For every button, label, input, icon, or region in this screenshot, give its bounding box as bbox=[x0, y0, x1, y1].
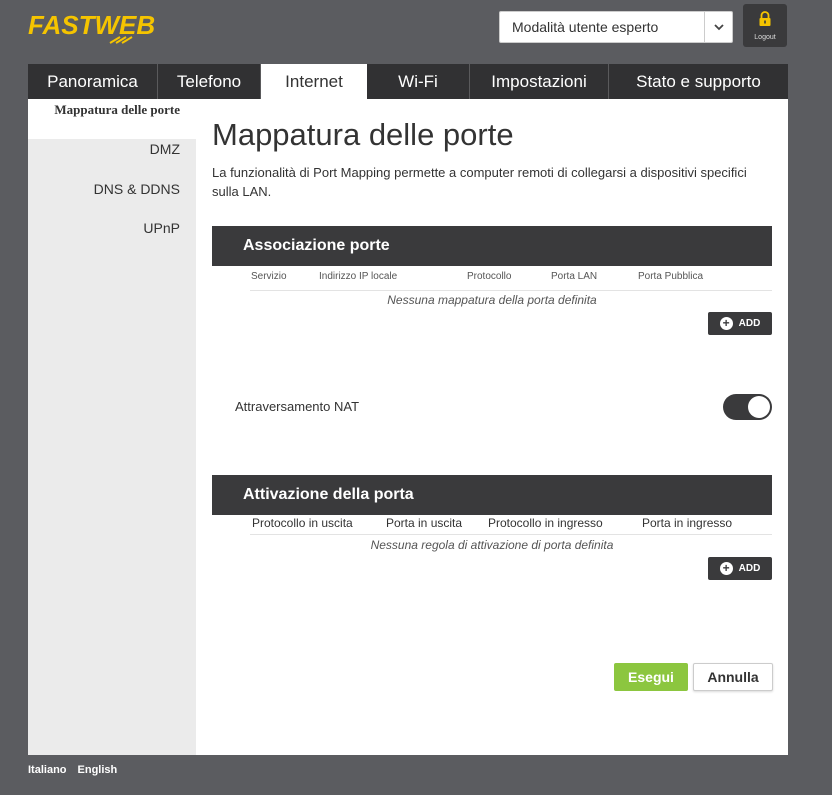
chevron-down-icon[interactable] bbox=[704, 12, 732, 42]
plus-icon: + bbox=[719, 317, 733, 330]
tab-wifi[interactable]: Wi-Fi bbox=[367, 64, 470, 99]
add-label: ADD bbox=[738, 318, 761, 329]
plus-icon: + bbox=[719, 562, 733, 575]
sidebar-item-dns-ddns[interactable]: DNS & DDNS bbox=[94, 181, 180, 197]
column-header: Porta LAN bbox=[551, 271, 598, 282]
user-mode-value: Modalità utente esperto bbox=[512, 19, 659, 35]
fastweb-logo[interactable]: FASTWEB bbox=[28, 10, 188, 46]
column-header: Porta Pubblica bbox=[638, 271, 704, 282]
column-header: Protocollo in ingresso bbox=[488, 516, 603, 530]
language-switcher: Italiano English bbox=[28, 764, 117, 776]
add-port-trigger-button[interactable]: + ADD bbox=[708, 557, 772, 580]
cancel-button[interactable]: Annulla bbox=[693, 663, 773, 691]
main-content: Mappatura delle porte La funzionalità di… bbox=[196, 99, 788, 755]
column-header: Protocollo in uscita bbox=[252, 516, 353, 530]
sidebar-item-mappatura-porte[interactable]: Mappatura delle porte bbox=[28, 99, 196, 139]
column-header: Porta in uscita bbox=[386, 516, 463, 530]
language-italiano-link[interactable]: Italiano bbox=[28, 764, 67, 776]
column-header: Protocollo bbox=[467, 271, 512, 282]
language-english-link[interactable]: English bbox=[78, 764, 118, 776]
lock-icon bbox=[758, 10, 772, 32]
tab-internet[interactable]: Internet bbox=[261, 64, 367, 99]
logout-label: Logout bbox=[754, 33, 776, 41]
port-triggering-table-header: Protocollo in uscita Porta in uscita Pro… bbox=[250, 513, 772, 535]
page-description: La funzionalità di Port Mapping permette… bbox=[212, 165, 747, 199]
tab-telefono[interactable]: Telefono bbox=[158, 64, 261, 99]
port-mapping-empty-message: Nessuna mappatura della porta definita bbox=[387, 293, 597, 307]
port-triggering-empty-message: Nessuna regola di attivazione di porta d… bbox=[370, 538, 614, 552]
nat-traversal-toggle[interactable] bbox=[723, 394, 772, 420]
user-mode-select[interactable]: Modalità utente esperto bbox=[499, 11, 733, 43]
fastweb-logo-text: FASTWEB bbox=[28, 10, 155, 40]
column-header: Servizio bbox=[251, 271, 287, 282]
port-mapping-table-header: Servizio Indirizzo IP locale Protocollo … bbox=[250, 264, 772, 291]
tab-impostazioni[interactable]: Impostazioni bbox=[470, 64, 609, 99]
nat-traversal-label: Attraversamento NAT bbox=[235, 399, 360, 414]
sidebar-item-upnp[interactable]: UPnP bbox=[143, 220, 180, 236]
page-title: Mappatura delle porte bbox=[212, 117, 514, 152]
port-triggering-header: Attivazione della porta bbox=[212, 475, 772, 515]
tab-panoramica[interactable]: Panoramica bbox=[28, 64, 158, 99]
add-label: ADD bbox=[738, 563, 761, 574]
apply-button[interactable]: Esegui bbox=[614, 663, 688, 691]
add-port-mapping-button[interactable]: + ADD bbox=[708, 312, 772, 335]
port-mapping-header: Associazione porte bbox=[212, 226, 772, 266]
sidebar-item-dmz[interactable]: DMZ bbox=[150, 141, 180, 157]
column-header: Porta in ingresso bbox=[642, 516, 733, 530]
toggle-knob bbox=[748, 396, 770, 418]
sidebar: Mappatura delle porte DMZ DNS & DDNS UPn… bbox=[28, 99, 196, 755]
logout-button[interactable]: Logout bbox=[743, 4, 787, 47]
tab-stato-supporto[interactable]: Stato e supporto bbox=[609, 64, 788, 99]
column-header: Indirizzo IP locale bbox=[319, 271, 398, 282]
main-tabs: Panoramica Telefono Internet Wi-Fi Impos… bbox=[28, 64, 788, 99]
